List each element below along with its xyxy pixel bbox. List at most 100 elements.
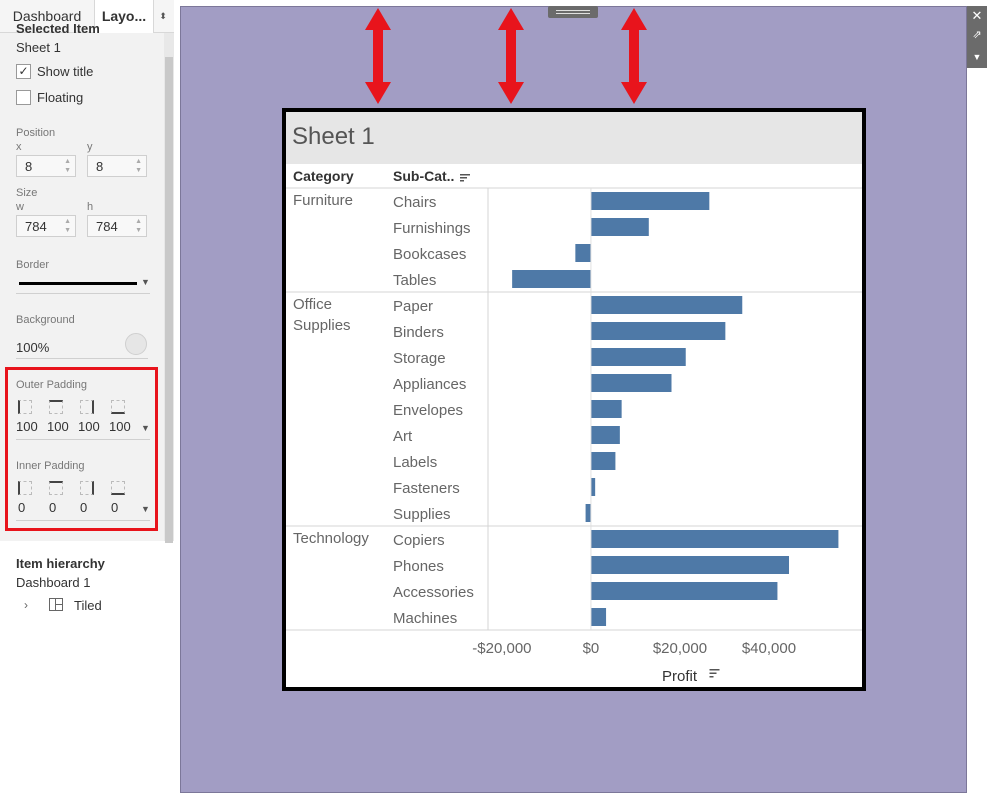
subcategory-label: Copiers: [393, 532, 445, 549]
background-color-swatch[interactable]: [125, 333, 147, 355]
subcategory-label: Chairs: [393, 194, 436, 211]
hierarchy-tiled[interactable]: Tiled: [74, 598, 102, 613]
profit-bar: [512, 270, 591, 288]
spin-up-icon[interactable]: ▲: [64, 158, 71, 165]
category-header: Category: [293, 168, 354, 184]
profit-bar: [590, 296, 743, 314]
background-label: Background: [16, 314, 75, 326]
spin-down-icon[interactable]: ▼: [135, 227, 142, 234]
panel-scrollbar[interactable]: [164, 33, 174, 543]
profit-bar: [590, 556, 790, 574]
inner-padding-left[interactable]: 0: [18, 500, 25, 515]
drag-handle[interactable]: [548, 6, 598, 18]
subcategory-label: Paper: [393, 298, 433, 315]
spin-up-icon[interactable]: ▲: [135, 218, 142, 225]
spin-down-icon[interactable]: ▼: [135, 167, 142, 174]
sort-icon: [460, 180, 464, 182]
profit-bar: [590, 322, 726, 340]
subcategory-header: Sub-Cat..: [393, 168, 454, 184]
size-label: Size: [16, 187, 38, 199]
border-style-selector[interactable]: [19, 282, 137, 285]
sheet-title: Sheet 1: [292, 123, 375, 150]
profit-bar: [590, 530, 839, 548]
profit-bar: [590, 374, 672, 392]
subcategory-label: Storage: [393, 350, 446, 367]
pad-bottom-icon: [111, 481, 125, 495]
tab-layout[interactable]: Layo...: [94, 0, 154, 33]
subcategory-label: Bookcases: [393, 246, 466, 263]
position-x-input[interactable]: 8 ▲ ▼: [16, 155, 76, 177]
spin-up-icon[interactable]: ▲: [135, 158, 142, 165]
divider: [16, 439, 150, 440]
x-tick-label: $20,000: [653, 640, 707, 657]
outer-padding-right[interactable]: 100: [78, 419, 100, 434]
spin-down-icon[interactable]: ▼: [64, 167, 71, 174]
spin-up-icon[interactable]: ▲: [64, 218, 71, 225]
subcategory-label: Machines: [393, 610, 457, 627]
category-label: Technology: [293, 530, 369, 547]
border-label: Border: [16, 259, 50, 271]
subcategory-label: Tables: [393, 272, 436, 289]
size-w-input[interactable]: 784 ▲ ▼: [16, 215, 76, 237]
chevron-down-icon[interactable]: ▼: [141, 423, 150, 433]
pad-bottom-icon: [111, 400, 125, 414]
pad-right-icon: [80, 481, 94, 495]
subcategory-label: Envelopes: [393, 402, 463, 419]
position-x-label: x: [16, 141, 22, 153]
position-y-input[interactable]: 8 ▲ ▼: [87, 155, 147, 177]
floating-checkbox[interactable]: [16, 90, 31, 105]
chevron-down-icon[interactable]: ▼: [141, 504, 150, 514]
inner-padding-bottom[interactable]: 0: [111, 500, 118, 515]
profit-bar: [590, 582, 778, 600]
chevron-down-icon[interactable]: ▼: [141, 277, 150, 287]
panel-scrollbar-thumb[interactable]: [165, 57, 173, 543]
layout-panel: Dashboard Layo... ⬍ Selected Item Sheet …: [0, 0, 175, 806]
position-y-label: y: [87, 141, 93, 153]
hierarchy-dashboard[interactable]: Dashboard 1: [16, 575, 90, 590]
background-opacity[interactable]: 100%: [16, 340, 49, 355]
sort-icon: [709, 676, 714, 678]
close-icon[interactable]: ✕: [967, 6, 987, 26]
divider: [16, 358, 148, 359]
outer-padding-bottom[interactable]: 100: [109, 419, 131, 434]
object-toolbar: ✕ ⇗ ▼: [967, 6, 987, 68]
subcategory-label: Binders: [393, 324, 444, 341]
x-tick-label: -$20,000: [472, 640, 531, 657]
category-label: Supplies: [293, 317, 351, 334]
position-y-value: 8: [96, 159, 104, 174]
chevron-right-icon[interactable]: ›: [24, 598, 28, 612]
pad-left-icon: [18, 481, 32, 495]
spin-down-icon[interactable]: ▼: [64, 227, 71, 234]
inner-padding-top[interactable]: 0: [49, 500, 56, 515]
show-title-checkbox[interactable]: ✓: [16, 64, 31, 79]
profit-bar: [590, 608, 607, 626]
profit-bar: [590, 426, 620, 444]
sort-icon: [460, 174, 470, 176]
profit-bar: [590, 192, 710, 210]
size-h-value: 784: [96, 219, 118, 234]
divider: [16, 293, 150, 294]
profit-bar: [590, 348, 686, 366]
x-tick-label: $0: [583, 640, 600, 657]
inner-padding-right[interactable]: 0: [80, 500, 87, 515]
sheet-container[interactable]: Sheet 1 Category Sub-Cat.. Furniture Chairs…: [282, 108, 866, 691]
outer-padding-left[interactable]: 100: [16, 419, 38, 434]
sheet-title-bar: Sheet 1: [286, 112, 862, 164]
profit-bar: [590, 400, 622, 418]
tiled-layout-icon: [49, 598, 63, 611]
outer-padding-label: Outer Padding: [16, 379, 87, 391]
size-h-input[interactable]: 784 ▲ ▼: [87, 215, 147, 237]
more-options-icon[interactable]: ▼: [967, 47, 987, 67]
outer-padding-top[interactable]: 100: [47, 419, 69, 434]
pad-top-icon: [49, 481, 63, 495]
go-to-sheet-icon[interactable]: ⇗: [967, 25, 987, 45]
item-hierarchy-title: Item hierarchy: [16, 556, 105, 571]
inner-padding-label: Inner Padding: [16, 460, 85, 472]
subcategory-label: Labels: [393, 454, 437, 471]
profit-bar: [590, 452, 616, 470]
subcategory-label: Fasteners: [393, 480, 460, 497]
position-label: Position: [16, 127, 56, 139]
double-arrow-icon: [365, 8, 391, 104]
tab-overflow-toggle[interactable]: ⬍: [154, 0, 172, 32]
x-tick-label: $40,000: [742, 640, 796, 657]
